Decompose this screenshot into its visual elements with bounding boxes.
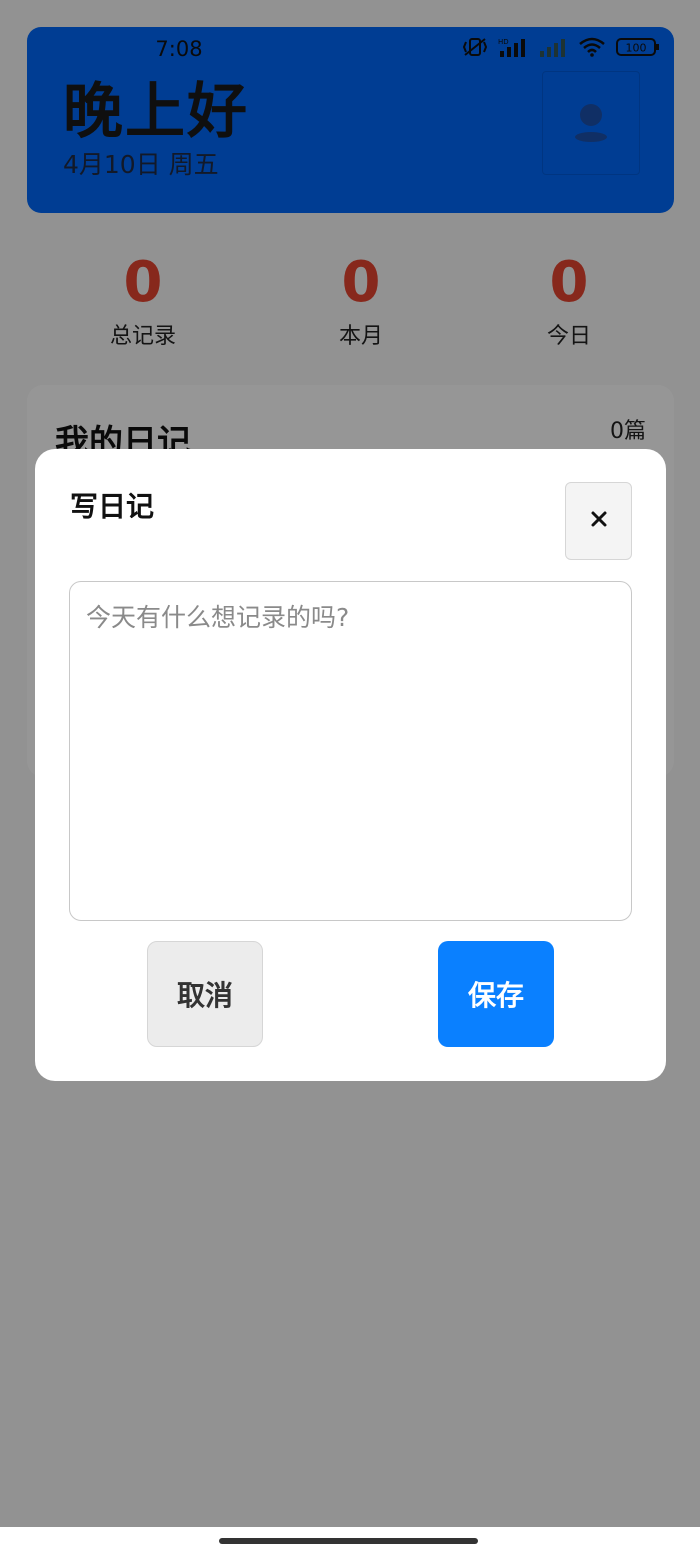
diary-textarea[interactable] xyxy=(69,581,632,921)
save-button[interactable]: 保存 xyxy=(438,941,554,1047)
home-indicator[interactable] xyxy=(219,1538,478,1544)
system-nav-bar xyxy=(0,1527,700,1555)
write-diary-dialog: 写日记 取消 保存 xyxy=(35,449,666,1081)
cancel-button[interactable]: 取消 xyxy=(147,941,263,1047)
dialog-title: 写日记 xyxy=(70,490,155,523)
close-icon xyxy=(590,510,608,532)
close-button[interactable] xyxy=(565,482,632,560)
